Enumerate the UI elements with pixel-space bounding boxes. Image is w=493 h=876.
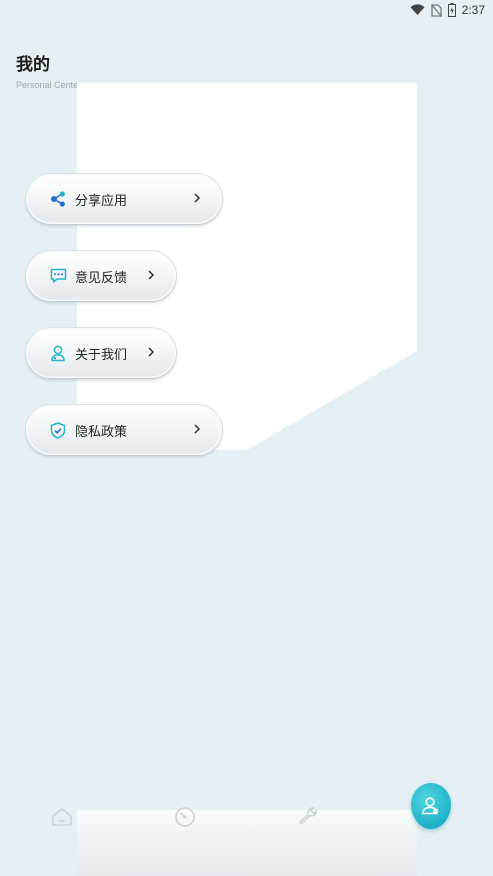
status-time: 2:37	[461, 3, 485, 17]
wifi-icon	[410, 4, 425, 15]
user-icon	[422, 797, 439, 815]
nav-user-active[interactable]	[411, 783, 451, 829]
page-subtitle: Personal Center	[16, 80, 82, 90]
nav-wrench-icon[interactable]	[296, 805, 320, 829]
battery-charging-icon	[447, 3, 456, 17]
nav-home-icon[interactable]	[50, 805, 74, 829]
page-title: 我的	[16, 55, 50, 75]
menu-item-feedback[interactable]: 意见反馈	[26, 251, 176, 301]
about-user-icon	[49, 344, 67, 362]
menu-item-about-us[interactable]: 关于我们	[26, 328, 176, 378]
menu-item-label: 意见反馈	[75, 270, 128, 286]
status-bar: 2:37	[0, 0, 493, 20]
bottom-nav-background	[77, 810, 417, 876]
chevron-right-icon	[148, 347, 155, 357]
share-icon	[49, 190, 67, 208]
menu-item-label: 隐私政策	[75, 424, 128, 440]
status-icons: 2:37	[410, 2, 485, 18]
no-sim-icon	[430, 3, 442, 17]
chevron-right-icon	[194, 424, 201, 434]
menu-item-privacy-policy[interactable]: 隐私政策	[26, 405, 222, 455]
menu-item-share-app[interactable]: 分享应用	[26, 174, 222, 224]
nav-speedometer-icon[interactable]	[173, 805, 197, 829]
feedback-icon	[49, 267, 67, 285]
menu-item-label: 分享应用	[75, 193, 128, 209]
menu-item-label: 关于我们	[75, 347, 128, 363]
chevron-right-icon	[148, 270, 155, 280]
shield-check-icon	[49, 421, 67, 439]
chevron-right-icon	[194, 193, 201, 203]
